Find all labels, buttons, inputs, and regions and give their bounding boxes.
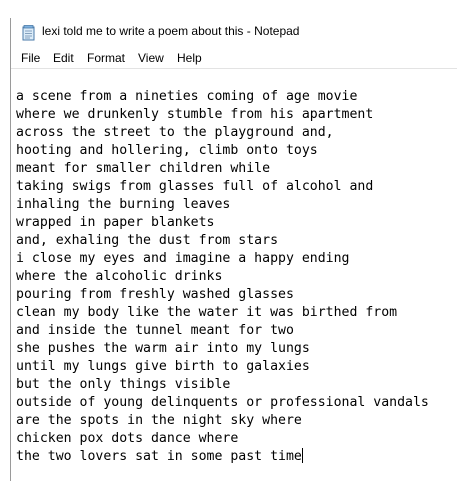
text-line: are the spots in the night sky where (16, 413, 302, 428)
text-line: pouring from freshly washed glasses (16, 287, 294, 302)
text-line: and inside the tunnel meant for two (16, 323, 294, 338)
window-title: lexi told me to write a poem about this … (42, 24, 300, 38)
text-line: where we drunkenly stumble from his apar… (16, 107, 374, 122)
text-line: wrapped in paper blankets (16, 215, 215, 230)
menu-format[interactable]: Format (87, 51, 125, 65)
text-line: outside of young delinquents or professi… (16, 395, 429, 410)
text-line: hooting and hollering, climb onto toys (16, 143, 318, 158)
text-line: where the alcoholic drinks (16, 269, 223, 284)
text-line: chicken pox dots dance where (16, 431, 239, 446)
menu-bar: File Edit Format View Help (11, 48, 457, 68)
text-line: clean my body like the water it was birt… (16, 305, 398, 320)
menu-view[interactable]: View (138, 51, 164, 65)
menu-help[interactable]: Help (177, 51, 202, 65)
text-caret (301, 448, 303, 463)
text-line: i close my eyes and imagine a happy endi… (16, 251, 350, 266)
text-line: and, exhaling the dust from stars (16, 233, 279, 248)
text-line: taking swigs from glasses full of alcoho… (16, 179, 374, 194)
notepad-window: lexi told me to write a poem about this … (10, 18, 457, 481)
text-line: she pushes the warm air into my lungs (16, 341, 310, 356)
menu-file[interactable]: File (21, 51, 40, 65)
text-line: but the only things visible (16, 377, 231, 392)
text-line: across the street to the playground and, (16, 125, 334, 140)
text-line: inhaling the burning leaves (16, 197, 231, 212)
text-line: until my lungs give birth to galaxies (16, 359, 310, 374)
title-bar[interactable]: lexi told me to write a poem about this … (11, 18, 448, 48)
text-line: meant for smaller children while (16, 161, 271, 176)
text-editor[interactable]: a scene from a nineties coming of age mo… (11, 68, 457, 481)
text-line: the two lovers sat in some past time (16, 449, 302, 464)
text-line-last: the two lovers sat in some past time (16, 448, 303, 466)
text-line: a scene from a nineties coming of age mo… (16, 89, 358, 104)
notepad-icon (22, 25, 36, 41)
menu-edit[interactable]: Edit (53, 51, 74, 65)
